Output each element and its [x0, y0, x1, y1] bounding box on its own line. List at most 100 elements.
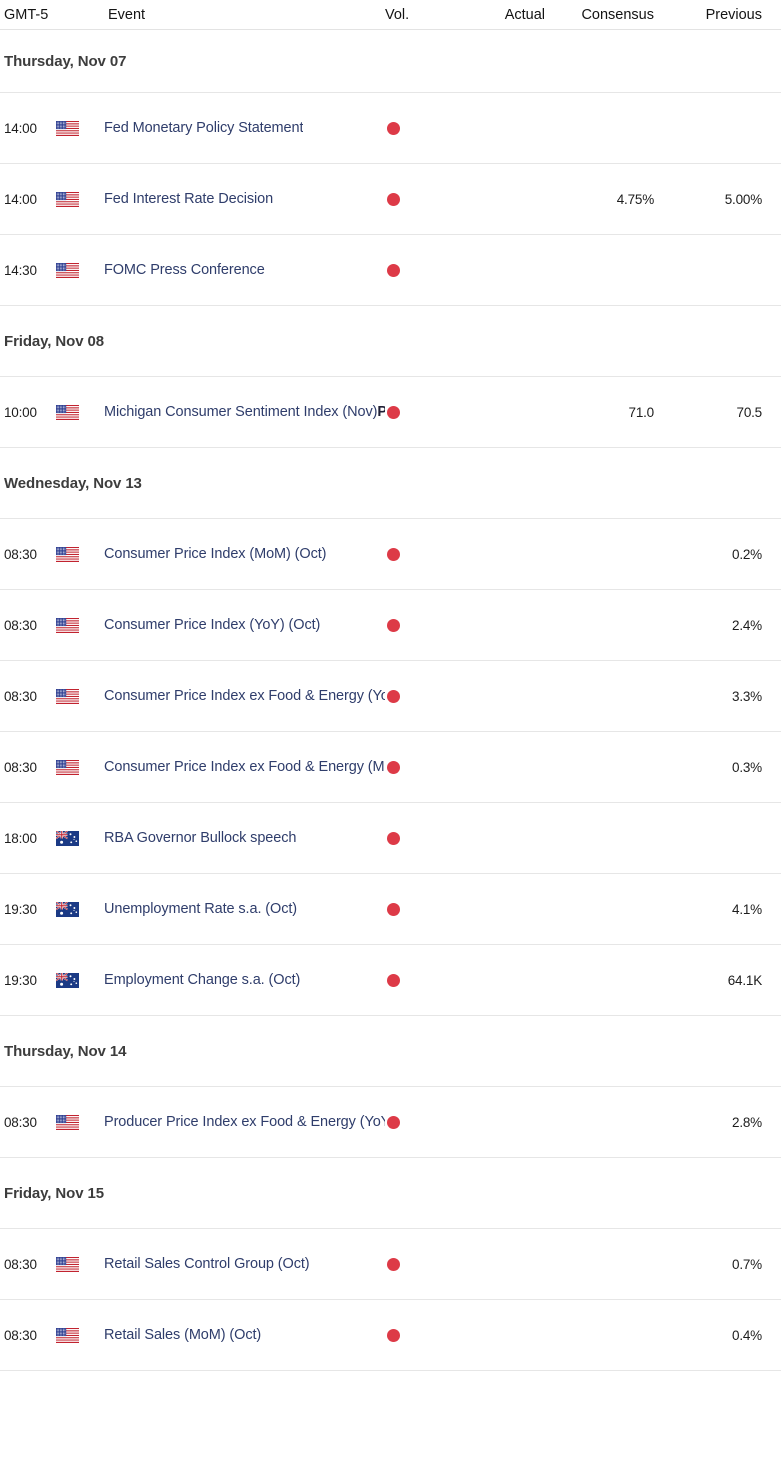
us-flag [56, 405, 104, 420]
us-flag [56, 618, 104, 633]
date-heading: Thursday, Nov 07 [0, 30, 781, 92]
table-row[interactable]: 08:30Retail Sales (MoM) (Oct)0.4% [0, 1299, 781, 1371]
date-heading: Friday, Nov 15 [0, 1158, 781, 1228]
volatility-cell [385, 1329, 445, 1342]
volatility-high-dot [387, 406, 400, 419]
event-link[interactable]: Fed Interest Rate Decision [104, 191, 273, 207]
event-name-cell: Consumer Price Index ex Food & Energy (M… [104, 759, 385, 775]
volatility-high-dot [387, 903, 400, 916]
event-link[interactable]: Consumer Price Index (MoM) (Oct) [104, 546, 326, 562]
event-link[interactable]: Unemployment Rate s.a. (Oct) [104, 901, 297, 917]
date-heading: Wednesday, Nov 13 [0, 448, 781, 518]
event-name-cell: Consumer Price Index (YoY) (Oct) [104, 617, 385, 633]
event-name-cell: Retail Sales Control Group (Oct) [104, 1256, 385, 1272]
volatility-cell [385, 406, 445, 419]
event-link[interactable]: Consumer Price Index ex Food & Energy (Y… [104, 688, 385, 704]
previous-value: 3.3% [673, 688, 781, 704]
event-time: 08:30 [0, 617, 56, 633]
event-time: 08:30 [0, 688, 56, 704]
volatility-high-dot [387, 1116, 400, 1129]
us-flag [56, 689, 104, 704]
table-row[interactable]: 08:30 Consumer Price Index ex Food & Ener… [0, 731, 781, 802]
previous-value: 4.1% [673, 901, 781, 917]
au-flag [56, 973, 104, 988]
date-group: Wednesday, Nov 13 08:30 Consumer Price Ind… [0, 448, 781, 1016]
table-row[interactable]: 10:00 Michigan Consumer Sentiment Index (… [0, 376, 781, 448]
table-row[interactable]: 08:30 Retail Sales Control Group (Oct) 0.7… [0, 1228, 781, 1299]
event-name-cell: FOMC Press Conference [104, 262, 385, 278]
volatility-cell [385, 619, 445, 632]
economic-calendar: GMT-5 Event Vol. Actual Consensus Previo… [0, 0, 781, 1371]
event-name-cell: RBA Governor Bullock speech [104, 830, 385, 846]
event-time: 08:30 [0, 1256, 56, 1272]
volatility-high-dot [387, 690, 400, 703]
volatility-high-dot [387, 122, 400, 135]
event-link[interactable]: Retail Sales Control Group (Oct) [104, 1256, 310, 1272]
us-flag [56, 547, 104, 562]
volatility-high-dot [387, 832, 400, 845]
volatility-cell [385, 264, 445, 277]
event-name-cell: Employment Change s.a. (Oct) [104, 972, 385, 988]
date-heading: Thursday, Nov 14 [0, 1016, 781, 1086]
us-flag [56, 760, 104, 775]
volatility-high-dot [387, 1258, 400, 1271]
previous-value: 0.7% [673, 1256, 781, 1272]
consensus-value: 4.75% [553, 191, 673, 207]
event-time: 08:30 [0, 546, 56, 562]
table-row[interactable]: 18:00 RBA Governor Bullock speech [0, 802, 781, 873]
event-link[interactable]: Retail Sales (MoM) (Oct) [104, 1327, 261, 1343]
event-link[interactable]: RBA Governor Bullock speech [104, 830, 296, 846]
table-row[interactable]: 14:30FOMC Press Conference [0, 234, 781, 306]
table-row[interactable]: 14:00 Fed Monetary Policy Statement [0, 92, 781, 163]
previous-value: 0.2% [673, 546, 781, 562]
table-row[interactable]: 19:30Employment Change s.a. (Oct)64.1K [0, 944, 781, 1016]
table-row[interactable]: 14:00Fed Interest Rate Decision4.75%5.00… [0, 163, 781, 234]
table-row[interactable]: 08:30 Consumer Price Index (YoY) (Oct) 2.4… [0, 589, 781, 660]
volatility-cell [385, 761, 445, 774]
event-link[interactable]: Consumer Price Index (YoY) (Oct) [104, 617, 320, 633]
event-link[interactable]: Michigan Consumer Sentiment Index (Nov)P… [104, 404, 385, 420]
header-timezone: GMT-5 [0, 7, 56, 23]
header-event: Event [104, 7, 385, 23]
event-time: 19:30 [0, 972, 56, 988]
calendar-body: Thursday, Nov 07 14:00 Fed Monetary Policy… [0, 30, 781, 1371]
table-row[interactable]: 08:30 Consumer Price Index (MoM) (Oct) 0.2… [0, 518, 781, 589]
volatility-high-dot [387, 1329, 400, 1342]
event-name-cell: Michigan Consumer Sentiment Index (Nov)P… [104, 404, 385, 420]
event-link[interactable]: FOMC Press Conference [104, 262, 265, 278]
date-heading: Friday, Nov 08 [0, 306, 781, 376]
volatility-cell [385, 690, 445, 703]
event-link[interactable]: Consumer Price Index ex Food & Energy (M… [104, 759, 385, 775]
event-name-cell: Fed Monetary Policy Statement [104, 120, 385, 136]
calendar-column-header: GMT-5 Event Vol. Actual Consensus Previo… [0, 0, 781, 30]
event-link[interactable]: Producer Price Index ex Food & Energy (Y… [104, 1114, 385, 1130]
event-time: 08:30 [0, 1114, 56, 1130]
event-link[interactable]: Fed Monetary Policy Statement [104, 120, 303, 136]
volatility-high-dot [387, 761, 400, 774]
previous-value: 2.8% [673, 1114, 781, 1130]
previous-value: 0.3% [673, 759, 781, 775]
event-link[interactable]: Employment Change s.a. (Oct) [104, 972, 300, 988]
header-previous: Previous [673, 7, 781, 23]
event-time: 14:00 [0, 120, 56, 136]
previous-value: 2.4% [673, 617, 781, 633]
consensus-value: 71.0 [553, 404, 673, 420]
volatility-cell [385, 193, 445, 206]
table-row[interactable]: 08:30 Consumer Price Index ex Food & Ener… [0, 660, 781, 731]
table-row[interactable]: 08:30 Producer Price Index ex Food & Ener… [0, 1086, 781, 1158]
us-flag [56, 1328, 104, 1343]
table-row[interactable]: 19:30Unemployment Rate s.a. (Oct)4.1% [0, 873, 781, 944]
volatility-high-dot [387, 193, 400, 206]
event-name-cell: Retail Sales (MoM) (Oct) [104, 1327, 385, 1343]
event-time: 10:00 [0, 404, 56, 420]
date-group: Thursday, Nov 14 08:30 Producer Price Inde… [0, 1016, 781, 1158]
event-time: 08:30 [0, 759, 56, 775]
event-name-cell: Consumer Price Index ex Food & Energy (Y… [104, 688, 385, 704]
volatility-high-dot [387, 974, 400, 987]
event-time: 18:00 [0, 830, 56, 846]
us-flag [56, 121, 104, 136]
us-flag [56, 1257, 104, 1272]
volatility-cell [385, 832, 445, 845]
header-actual: Actual [445, 7, 553, 23]
event-time: 14:00 [0, 191, 56, 207]
